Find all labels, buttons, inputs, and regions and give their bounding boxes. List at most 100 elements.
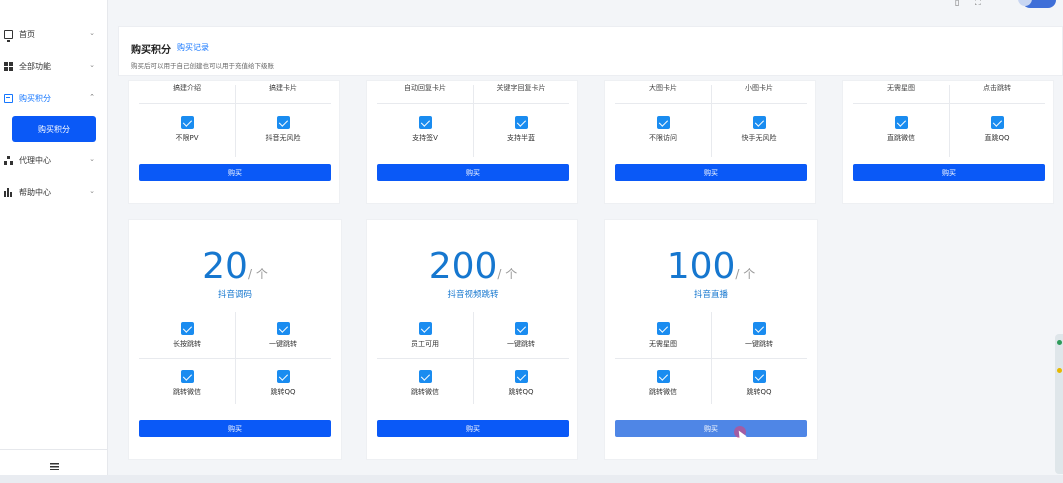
sidebar-item-label: 代理中心	[19, 155, 51, 165]
package-card: 无需星图 点击跳转 直跳微信 直跳QQ 购买	[842, 80, 1054, 204]
feature-label: 大图卡片	[649, 84, 677, 92]
package-name: 抖音直播	[693, 290, 728, 300]
checkbox-checked-icon	[418, 116, 432, 129]
card-icon	[4, 93, 13, 103]
feature-item: 抖音无风险	[235, 116, 331, 143]
price-display: 200/ 个	[428, 246, 518, 287]
feature-item: 无需星图	[615, 322, 711, 349]
checkbox-checked-icon	[656, 116, 670, 129]
org-tree-icon	[4, 155, 13, 165]
monitor-icon	[4, 29, 13, 42]
sidebar-item-buy-points[interactable]: 购买积分 ⌃	[0, 88, 108, 108]
sidebar-item-label: 帮助中心	[19, 187, 51, 197]
checkbox-checked-icon	[180, 116, 194, 129]
buy-button[interactable]: 购买	[139, 164, 331, 181]
sidebar-item-label: 首页	[19, 29, 35, 39]
sidebar-subitem-label: 购买积分	[38, 124, 70, 134]
feature-item: 长按跳转	[139, 322, 235, 349]
status-dot-icon	[1057, 340, 1062, 345]
package-card: 100/ 个 抖音直播 无需星图 一键跳转 跳转微信 跳转QQ 购买	[604, 219, 818, 460]
checkbox-checked-icon	[418, 322, 432, 335]
checkbox-checked-icon	[514, 116, 528, 129]
package-card: 20/ 个 抖音调码 长按跳转 一键跳转 跳转微信 跳转QQ 购买	[128, 219, 342, 460]
checkbox-checked-icon	[656, 370, 670, 383]
checkbox-checked-icon	[514, 370, 528, 383]
feature-item: 跳转QQ	[711, 370, 807, 397]
grid-icon	[4, 61, 13, 71]
chevron-down-icon: ⌄	[89, 61, 95, 69]
feature-item: 直跳QQ	[949, 116, 1045, 143]
feature-label: 搞建卡片	[269, 84, 297, 92]
sidebar: 首页 ⌄ 全部功能 ⌄ 购买积分 ⌃ 购买积分 代理中心 ⌄ 帮助中心 ⌄	[0, 0, 108, 483]
checkbox-checked-icon	[990, 116, 1004, 129]
bottom-strip	[0, 475, 1063, 483]
purchase-history-link[interactable]: 购买记录	[177, 42, 209, 53]
feature-label: 点击跳转	[983, 84, 1011, 92]
checkbox-checked-icon	[894, 116, 908, 129]
checkbox-checked-icon	[276, 322, 290, 335]
feature-item: 跳转微信	[377, 370, 473, 397]
fullscreen-icon[interactable]: ⛶	[975, 0, 981, 8]
chevron-down-icon: ⌄	[89, 155, 95, 163]
feature-item: 一键跳转	[473, 322, 569, 349]
package-card: 搞建介绍 搞建卡片 不限PV 抖音无风险 购买	[128, 80, 340, 204]
buy-button[interactable]: 购买	[615, 164, 807, 181]
buy-button[interactable]: 购买	[853, 164, 1045, 181]
sidebar-item-help-center[interactable]: 帮助中心 ⌄	[0, 182, 108, 202]
checkbox-checked-icon	[514, 322, 528, 335]
sidebar-item-home[interactable]: 首页 ⌄	[0, 24, 108, 44]
feature-item: 快手无风险	[711, 116, 807, 143]
buy-button[interactable]: 购买	[377, 164, 569, 181]
feature-item: 跳转微信	[615, 370, 711, 397]
package-name: 抖音调码	[217, 290, 252, 300]
price-display: 100/ 个	[666, 246, 756, 287]
bar-chart-icon	[4, 187, 13, 197]
checkbox-checked-icon	[180, 322, 194, 335]
package-card: 大图卡片 小图卡片 不限访问 快手无风险 购买	[604, 80, 816, 204]
checkbox-checked-icon	[276, 370, 290, 383]
checkbox-checked-icon	[276, 116, 290, 129]
package-card: 200/ 个 抖音视频跳转 员工可用 一键跳转 跳转微信 跳转QQ 购买	[366, 219, 578, 460]
feature-item: 不限PV	[139, 116, 235, 143]
package-card: 自动回复卡片 关键字回复卡片 支持签V 支持半蓝 购买	[366, 80, 578, 204]
feature-item: 不限访问	[615, 116, 711, 143]
feature-item: 支持半蓝	[473, 116, 569, 143]
feature-item: 直跳微信	[853, 116, 949, 143]
sidebar-item-label: 购买积分	[19, 93, 51, 103]
mobile-icon[interactable]: ▯	[955, 0, 959, 7]
feature-label: 小图卡片	[745, 84, 773, 92]
feature-label: 自动回复卡片	[404, 84, 446, 92]
sidebar-subitem-buy-points[interactable]: 购买积分	[12, 116, 96, 142]
feature-item: 支持签V	[377, 116, 473, 143]
checkbox-checked-icon	[656, 322, 670, 335]
chevron-down-icon: ⌄	[89, 187, 95, 195]
status-dot-icon	[1057, 368, 1062, 373]
floating-widget[interactable]	[1055, 334, 1063, 474]
checkbox-checked-icon	[752, 116, 766, 129]
checkbox-checked-icon	[752, 370, 766, 383]
feature-label: 关键字回复卡片	[496, 84, 546, 92]
chevron-down-icon: ⌄	[89, 29, 95, 37]
page-description: 购买后可以用于自己创建也可以用于充值给下级账	[131, 62, 274, 70]
feature-label: 无需星图	[887, 84, 915, 92]
checkbox-checked-icon	[180, 370, 194, 383]
sidebar-item-all-features[interactable]: 全部功能 ⌄	[0, 56, 108, 76]
buy-button[interactable]: 购买	[615, 420, 807, 437]
chevron-up-icon: ⌃	[89, 93, 95, 101]
package-name: 抖音视频跳转	[447, 290, 499, 300]
page-header: 购买积分 购买记录 购买后可以用于自己创建也可以用于充值给下级账	[118, 26, 1063, 76]
buy-button[interactable]: 购买	[139, 420, 331, 437]
price-display: 20/ 个	[202, 246, 268, 287]
sidebar-item-label: 全部功能	[19, 61, 51, 71]
feature-item: 跳转QQ	[235, 370, 331, 397]
feature-item: 员工可用	[377, 322, 473, 349]
buy-button[interactable]: 购买	[377, 420, 569, 437]
page-title: 购买积分	[131, 45, 171, 56]
feature-label: 搞建介绍	[173, 84, 201, 92]
checkbox-checked-icon	[418, 370, 432, 383]
feature-item: 一键跳转	[711, 322, 807, 349]
feature-item: 跳转QQ	[473, 370, 569, 397]
sidebar-item-agent-center[interactable]: 代理中心 ⌄	[0, 150, 108, 170]
menu-icon	[49, 463, 59, 470]
checkbox-checked-icon	[752, 322, 766, 335]
